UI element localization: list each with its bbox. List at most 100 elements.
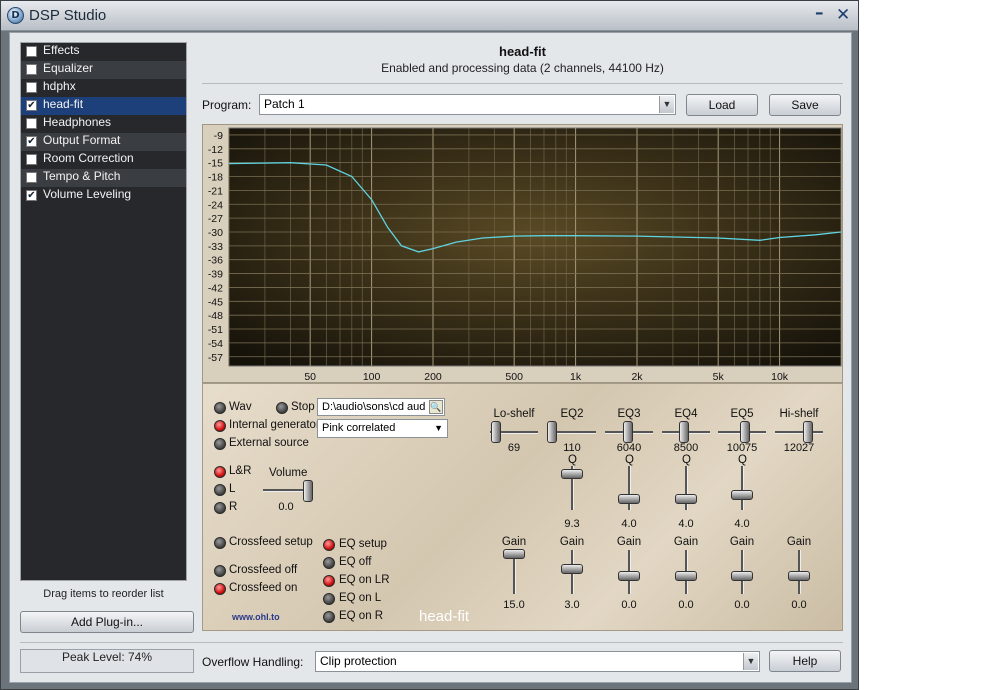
freq-slider-knob[interactable] bbox=[623, 421, 633, 443]
browse-folder-icon[interactable]: 🔍 bbox=[429, 400, 443, 414]
q-slider-knob[interactable] bbox=[731, 490, 753, 500]
sidebar-item-headphones[interactable]: Headphones bbox=[21, 115, 186, 133]
plugin-watermark: head-fit bbox=[419, 608, 470, 625]
crossfeed-off-led[interactable] bbox=[214, 565, 226, 577]
eq-setup-label: EQ setup bbox=[339, 538, 387, 550]
sidebar-item-equalizer[interactable]: Equalizer bbox=[21, 61, 186, 79]
eq-on-r-led[interactable] bbox=[323, 611, 335, 623]
q-slider-knob[interactable] bbox=[675, 494, 697, 504]
internal-generator-led[interactable] bbox=[214, 420, 226, 432]
eq-off-led[interactable] bbox=[323, 557, 335, 569]
checkbox[interactable] bbox=[26, 118, 37, 129]
load-button[interactable]: Load bbox=[686, 94, 758, 116]
checkbox[interactable] bbox=[26, 154, 37, 165]
gain-value: 0.0 bbox=[791, 599, 807, 611]
freq-slider-knob[interactable] bbox=[803, 421, 813, 443]
gain-slider-knob[interactable] bbox=[618, 571, 640, 581]
crossfeed-setup-label: Crossfeed setup bbox=[229, 536, 313, 548]
q-slider-knob[interactable] bbox=[561, 469, 583, 479]
band-name-2: EQ3 bbox=[617, 408, 641, 420]
eq-on-lr-led[interactable] bbox=[323, 575, 335, 587]
file-path-field[interactable]: D:\audio\sons\cd aud 🔍 bbox=[317, 398, 445, 416]
checkbox[interactable]: ✔ bbox=[26, 100, 37, 111]
peak-level-status: Peak Level: 74% bbox=[20, 649, 194, 673]
sidebar-item-label: Effects bbox=[43, 43, 80, 57]
crossfeed-setup-led[interactable] bbox=[214, 537, 226, 549]
add-plugin-button[interactable]: Add Plug-in... bbox=[20, 611, 194, 633]
external-source-led[interactable] bbox=[214, 438, 226, 450]
sidebar-item-label: Volume Leveling bbox=[43, 187, 132, 201]
freq-slider-knob[interactable] bbox=[547, 421, 557, 443]
checkbox[interactable] bbox=[26, 172, 37, 183]
sidebar-item-label: Headphones bbox=[43, 115, 112, 129]
sidebar-item-volume-leveling[interactable]: ✔ Volume Leveling bbox=[21, 187, 186, 205]
sidebar-item-output-format[interactable]: ✔ Output Format bbox=[21, 133, 186, 151]
gain-slider-knob[interactable] bbox=[561, 564, 583, 574]
overflow-value: Clip protection bbox=[320, 654, 397, 668]
save-button[interactable]: Save bbox=[769, 94, 841, 116]
q-slider-track[interactable] bbox=[741, 466, 744, 510]
gain-slider-knob[interactable] bbox=[675, 571, 697, 581]
y-tick-label: -18 bbox=[208, 172, 223, 184]
website-link[interactable]: www.ohl.to bbox=[232, 612, 280, 622]
q-value: 4.0 bbox=[621, 518, 637, 530]
checkbox[interactable]: ✔ bbox=[26, 136, 37, 147]
freq-slider-knob[interactable] bbox=[679, 421, 689, 443]
sidebar-item-head-fit[interactable]: ✔ head-fit bbox=[21, 97, 186, 115]
gain-slider-knob[interactable] bbox=[788, 571, 810, 581]
checkbox[interactable] bbox=[26, 64, 37, 75]
l-led[interactable] bbox=[214, 484, 226, 496]
volume-value: 0.0 bbox=[278, 501, 294, 513]
band-freq-3: 8500 bbox=[673, 442, 699, 454]
checkbox[interactable] bbox=[26, 46, 37, 57]
x-tick-label: 2k bbox=[631, 371, 643, 383]
volume-slider-knob[interactable] bbox=[303, 480, 313, 502]
wav-led[interactable] bbox=[214, 402, 226, 414]
minimize-icon[interactable]: – bbox=[815, 3, 824, 23]
program-select[interactable]: Patch 1 ▼ bbox=[259, 94, 676, 115]
generator-select[interactable]: Pink correlated ▼ bbox=[317, 419, 448, 438]
y-tick-label: -15 bbox=[208, 158, 223, 170]
checkbox[interactable]: ✔ bbox=[26, 190, 37, 201]
r-label: R bbox=[229, 501, 238, 513]
sidebar-item-effects[interactable]: Effects bbox=[21, 43, 186, 61]
sidebar-item-tempo-pitch[interactable]: Tempo & Pitch bbox=[21, 169, 186, 187]
freq-slider-knob[interactable] bbox=[740, 421, 750, 443]
gain-slider-knob[interactable] bbox=[503, 549, 525, 559]
sidebar-item-room-correction[interactable]: Room Correction bbox=[21, 151, 186, 169]
y-tick-label: -42 bbox=[208, 282, 223, 294]
eq-control-panel: Wav Stop D:\audio\sons\cd aud 🔍 Internal gen… bbox=[202, 383, 843, 631]
y-tick-label: -39 bbox=[208, 269, 223, 281]
gain-slider-knob[interactable] bbox=[731, 571, 753, 581]
chevron-down-icon[interactable]: ▼ bbox=[434, 420, 443, 437]
volume-label: Volume bbox=[269, 467, 308, 479]
close-icon[interactable]: ✕ bbox=[836, 5, 850, 25]
help-button[interactable]: Help bbox=[769, 650, 841, 672]
sidebar-item-hdphx[interactable]: hdphx bbox=[21, 79, 186, 97]
q-value: 9.3 bbox=[564, 518, 580, 530]
eq-on-l-led[interactable] bbox=[323, 593, 335, 605]
freq-slider-track[interactable] bbox=[775, 431, 823, 434]
lr-led[interactable] bbox=[214, 466, 226, 478]
checkbox[interactable] bbox=[26, 82, 37, 93]
q-slider-knob[interactable] bbox=[618, 494, 640, 504]
title-bar: D DSP Studio – ✕ bbox=[1, 1, 858, 31]
freq-slider-knob[interactable] bbox=[491, 421, 501, 443]
eq-setup-led[interactable] bbox=[323, 539, 335, 551]
y-tick-label: -24 bbox=[208, 199, 223, 211]
overflow-select[interactable]: Clip protection ▼ bbox=[315, 651, 760, 672]
stop-led[interactable] bbox=[276, 402, 288, 414]
chevron-down-icon[interactable]: ▼ bbox=[743, 653, 758, 670]
chevron-down-icon[interactable]: ▼ bbox=[659, 96, 674, 113]
band-name-4: EQ5 bbox=[730, 408, 754, 420]
x-tick-label: 100 bbox=[363, 371, 381, 383]
y-tick-label: -12 bbox=[208, 144, 223, 156]
drag-hint: Drag items to reorder list bbox=[43, 588, 164, 600]
app-icon: D bbox=[7, 7, 24, 24]
crossfeed-on-led[interactable] bbox=[214, 583, 226, 595]
plugin-list[interactable]: Effects Equalizer hdphx ✔ head-fit Headphones… bbox=[20, 42, 187, 581]
r-led[interactable] bbox=[214, 502, 226, 514]
gain-label: Gain bbox=[729, 536, 755, 548]
x-tick-label: 50 bbox=[304, 371, 316, 383]
sidebar-item-label: Room Correction bbox=[43, 151, 134, 165]
